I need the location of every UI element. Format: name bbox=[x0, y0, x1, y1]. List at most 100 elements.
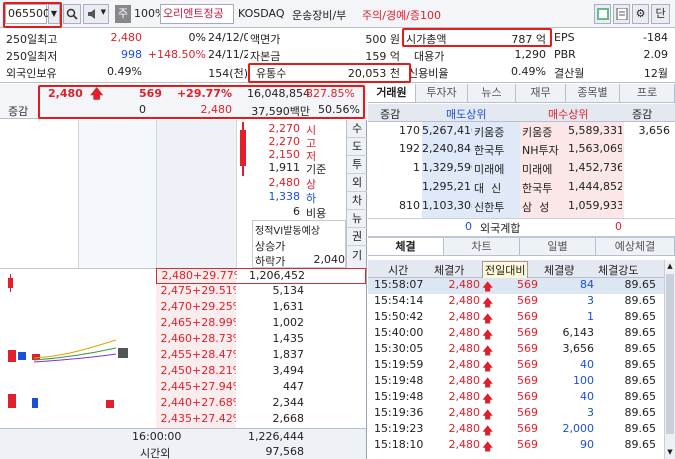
hoga-row[interactable]: 2,465+28.99% 1,002 bbox=[156, 316, 366, 332]
trade-row[interactable]: 15:18:10 2,480 🡅 569 90 89.65 bbox=[368, 438, 664, 454]
trade-diff: 569 bbox=[517, 294, 538, 307]
info-value: 20,053 천 bbox=[347, 67, 400, 80]
tab-trades[interactable]: 체결 bbox=[368, 238, 444, 255]
grid-button[interactable] bbox=[594, 4, 611, 24]
speaker-dropdown-icon: ▼ bbox=[100, 8, 106, 16]
trade-row[interactable]: 15:40:00 2,480 🡅 569 6,143 89.65 bbox=[368, 326, 664, 342]
info-label: 신용비율 bbox=[408, 67, 449, 80]
vtab[interactable]: 차 bbox=[347, 192, 367, 210]
info-label: 유통수 bbox=[256, 67, 287, 80]
hoga-qty: 3,494 bbox=[272, 364, 305, 377]
hoga-row[interactable]: 2,450+28.21% 3,494 bbox=[156, 364, 366, 380]
tab-by-stock[interactable]: 종목별 bbox=[566, 84, 620, 102]
trade-header: 시간 체결가 전일대비 체결량 체결강도 bbox=[368, 260, 675, 279]
trade-qty: 3 bbox=[587, 406, 594, 419]
hoga-row[interactable]: 2,460+28.73% 1,435 bbox=[156, 332, 366, 348]
info-label: 액면가 bbox=[250, 33, 281, 46]
trade-qty: 6,143 bbox=[562, 326, 595, 339]
hoga-row[interactable]: 2,445+27.94% 447 bbox=[156, 380, 366, 396]
broker-row[interactable]: 8101,103,308신한투 삼 성 1,059,933 bbox=[368, 199, 675, 216]
info-date: 24/12/06 bbox=[208, 31, 248, 44]
tab-broker[interactable]: 거래원 bbox=[368, 84, 416, 102]
vtab[interactable]: 뉴 bbox=[347, 210, 367, 228]
tab-investor[interactable]: 투자자 bbox=[416, 84, 468, 102]
mini-handle bbox=[118, 348, 128, 358]
trade-row[interactable]: 15:30:05 2,480 🡅 569 3,656 89.65 bbox=[368, 342, 664, 358]
hoga-price: 2,445 bbox=[160, 380, 193, 393]
stock-code-input[interactable]: 065500 bbox=[5, 4, 50, 24]
trade-diff: 569 bbox=[517, 358, 538, 371]
trade-row[interactable]: 15:50:42 2,480 🡅 569 1 89.65 bbox=[368, 310, 664, 326]
hoga-price: 2,440 bbox=[160, 396, 193, 409]
tab-chart[interactable]: 차트 bbox=[444, 238, 520, 255]
trade-row[interactable]: 15:19:48 2,480 🡅 569 100 89.65 bbox=[368, 374, 664, 390]
trade-qty: 84 bbox=[580, 278, 594, 291]
trade-row[interactable]: 15:19:48 2,480 🡅 569 40 89.65 bbox=[368, 390, 664, 406]
speaker-button[interactable]: ▼ bbox=[83, 4, 109, 24]
hoga-row[interactable]: 2,480+29.77% 1,206,452 bbox=[156, 268, 366, 284]
single-button[interactable]: 단 bbox=[651, 4, 670, 24]
vtab[interactable]: 권 bbox=[347, 228, 367, 246]
hoga-row[interactable]: 2,440+27.68% 2,344 bbox=[156, 396, 366, 412]
tab-news[interactable]: 뉴스 bbox=[468, 84, 516, 102]
trade-amount: 37,590백만 bbox=[251, 105, 310, 118]
scroll-thumb[interactable] bbox=[666, 274, 674, 434]
broker-sell-qty: 1,329,590 bbox=[422, 161, 472, 174]
vtab[interactable]: 도 bbox=[347, 138, 367, 156]
trade-row[interactable]: 15:19:36 2,480 🡅 569 3 89.65 bbox=[368, 406, 664, 422]
hoga-row[interactable]: 2,475+29.51% 5,134 bbox=[156, 284, 366, 300]
vtab[interactable]: 기 bbox=[347, 246, 367, 266]
tab-expected[interactable]: 예상체결 bbox=[596, 238, 675, 255]
hoga-rate: +29.51% bbox=[192, 284, 236, 297]
trade-diff: 569 bbox=[517, 422, 538, 435]
trade-col: 체결강도 bbox=[598, 264, 639, 277]
trade-scrollbar[interactable]: ▲ ▼ bbox=[664, 260, 675, 459]
vi-down-label: 하락가 bbox=[255, 255, 286, 268]
info-value: 159 억 bbox=[365, 50, 400, 63]
hoga-rate: +28.99% bbox=[192, 316, 236, 329]
tab-program[interactable]: 프로 bbox=[620, 84, 675, 102]
trade-strength: 89.65 bbox=[624, 326, 657, 339]
stock-name-field[interactable]: 오리엔트정공 bbox=[160, 4, 234, 24]
jg-price: 2,480 bbox=[200, 103, 233, 116]
broker-row[interactable]: 11,329,590미래에미래에1,452,736 bbox=[368, 161, 675, 178]
hoga-row[interactable]: 2,455+28.47% 1,837 bbox=[156, 348, 366, 364]
hoga-price: 2,465 bbox=[160, 316, 193, 329]
side-info-value: 2,150 bbox=[268, 148, 301, 161]
tab-finance[interactable]: 재무 bbox=[516, 84, 566, 102]
trade-col[interactable]: 전일대비 bbox=[482, 261, 529, 279]
settings-button[interactable]: ⚙ bbox=[632, 4, 649, 24]
trade-row[interactable]: 15:19:23 2,480 🡅 569 2,000 89.65 bbox=[368, 422, 664, 438]
doc-button[interactable] bbox=[613, 4, 630, 24]
after-hours-label: 시간외 bbox=[140, 447, 171, 459]
trade-row[interactable]: 15:54:14 2,480 🡅 569 3 89.65 bbox=[368, 294, 664, 310]
broker-sell-qty: 2,240,843 bbox=[422, 142, 472, 155]
hoga-qty: 1,002 bbox=[272, 316, 305, 329]
code-dropdown-button[interactable]: ▼ bbox=[48, 4, 60, 24]
side-info-key: 하 bbox=[306, 192, 317, 205]
broker-row[interactable]: 1,295,211대 신 한국투 1,444,852 bbox=[368, 180, 675, 197]
ju-badge[interactable]: 주 bbox=[115, 5, 131, 23]
info-rate: 0% bbox=[188, 31, 206, 44]
hoga-row[interactable]: 2,435+27.42% 2,668 bbox=[156, 412, 366, 428]
info-label: EPS bbox=[554, 31, 575, 44]
scroll-up-icon[interactable]: ▲ bbox=[665, 260, 675, 272]
trade-strength: 89.65 bbox=[624, 310, 657, 323]
broker-row[interactable]: 1922,240,843한국투 NH투자 1,563,069 bbox=[368, 142, 675, 159]
trade-diff: 569 bbox=[517, 310, 538, 323]
hoga-row[interactable]: 2,470+29.25% 1,631 bbox=[156, 300, 366, 316]
broker-buy-qty: 1,059,933 bbox=[568, 199, 622, 212]
vtab[interactable]: 투 bbox=[347, 156, 367, 174]
trade-row[interactable]: 15:19:59 2,480 🡅 569 40 89.65 bbox=[368, 358, 664, 374]
trade-qty: 40 bbox=[580, 390, 594, 403]
trade-list: 15:58:07 2,480 🡅 569 84 89.65 15:54:14 2,480 🡅 5… bbox=[368, 278, 664, 459]
vtab[interactable]: 수 bbox=[347, 120, 367, 138]
scroll-down-icon[interactable]: ▼ bbox=[665, 446, 675, 458]
vtab[interactable]: 외 bbox=[347, 174, 367, 192]
trade-row[interactable]: 15:58:07 2,480 🡅 569 84 89.65 bbox=[368, 278, 664, 294]
hoga-qty: 1,435 bbox=[272, 332, 305, 345]
broker-row[interactable]: 1705,267,410키움증키움증5,589,3313,656 bbox=[368, 124, 675, 141]
search-button[interactable] bbox=[63, 4, 81, 24]
side-info-value: 1,911 bbox=[268, 161, 301, 174]
tab-daily[interactable]: 일별 bbox=[520, 238, 596, 255]
